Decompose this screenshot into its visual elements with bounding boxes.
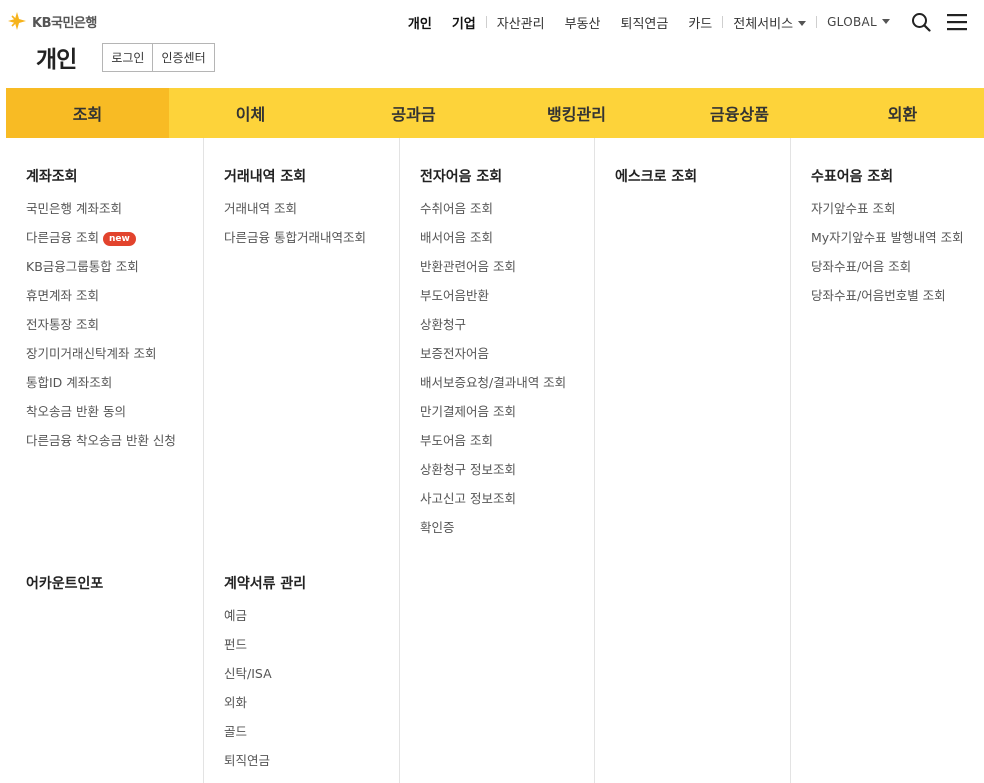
submenu-link[interactable]: 만기결제어음 조회 <box>420 405 566 434</box>
kb-logo[interactable]: KB국민은행 <box>6 10 97 32</box>
kb-star-logo-icon <box>8 12 26 30</box>
submenu-column: 계좌조회 국민은행 계좌조회 다른금융 조회 new KB금융그룹통합 조회 휴면… <box>6 138 203 783</box>
submenu-link-label: 다른금융 조회 <box>26 230 99 245</box>
menu-utility-bills[interactable]: 공과금 <box>332 88 495 138</box>
contract-documents-group: 계약서류 관리 예금 펀드 신탁/ISA 외화 골드 퇴직연금 <box>224 575 306 783</box>
new-badge: new <box>102 232 136 246</box>
topnav-global[interactable]: GLOBAL <box>817 15 900 29</box>
submenu-link[interactable]: 반환관련어음 조회 <box>420 260 566 289</box>
submenu-link[interactable]: 전자통장 조회 <box>26 318 176 347</box>
menu-inquiry[interactable]: 조회 <box>6 88 169 138</box>
topnav-asset-management[interactable]: 자산관리 <box>487 13 555 32</box>
submenu-link[interactable]: 확인증 <box>420 521 566 550</box>
topnav-personal[interactable]: 개인 <box>398 13 442 32</box>
page-title: 개인 <box>36 47 77 73</box>
transaction-history-group: 거래내역 조회 거래내역 조회 다른금융 통합거래내역조회 <box>224 168 366 260</box>
menu-financial-products[interactable]: 금융상품 <box>658 88 821 138</box>
group-title: 거래내역 조회 <box>224 169 307 185</box>
submenu-link[interactable]: 배서어음 조회 <box>420 231 566 260</box>
submenu-link[interactable]: 퇴직연금 <box>224 754 306 783</box>
submenu-link[interactable]: 국민은행 계좌조회 <box>26 202 176 231</box>
account-inquiry-group: 계좌조회 국민은행 계좌조회 다른금융 조회 new KB금융그룹통합 조회 휴면… <box>26 168 176 463</box>
group-title-link[interactable]: 에스크로 조회 <box>615 168 697 186</box>
menu-transfer[interactable]: 이체 <box>169 88 332 138</box>
escrow-group: 에스크로 조회 <box>615 168 697 202</box>
login-button[interactable]: 로그인 <box>103 43 153 71</box>
submenu-link[interactable]: 상환청구 정보조회 <box>420 463 566 492</box>
global-label: GLOBAL <box>827 15 877 29</box>
page-header: 개인 로그인 인증센터 <box>36 40 215 74</box>
group-title: 계약서류 관리 <box>224 576 307 592</box>
chevron-down-icon <box>798 20 807 26</box>
submenu-column: 에스크로 조회 <box>594 138 790 783</box>
submenu-link[interactable]: 외화 <box>224 696 306 725</box>
all-services-label: 전체서비스 <box>733 16 794 32</box>
submenu-column: 거래내역 조회 거래내역 조회 다른금융 통합거래내역조회 계약서류 관리 예금… <box>203 138 399 783</box>
submenu-link[interactable]: 휴면계좌 조회 <box>26 289 176 318</box>
topnav-business[interactable]: 기업 <box>442 13 486 32</box>
submenu-link[interactable]: 사고신고 정보조회 <box>420 492 566 521</box>
group-title: 계좌조회 <box>26 169 78 185</box>
topnav-retirement-pension[interactable]: 퇴직연금 <box>610 13 678 32</box>
submenu-link[interactable]: 당좌수표/어음 조회 <box>811 260 964 289</box>
inquiry-submenu-panel: 계좌조회 국민은행 계좌조회 다른금융 조회 new KB금융그룹통합 조회 휴면… <box>6 138 984 783</box>
all-menu-button[interactable] <box>942 7 972 37</box>
search-button[interactable] <box>906 7 936 37</box>
submenu-link[interactable]: My자기앞수표 발행내역 조회 <box>811 231 964 260</box>
account-info-group: 어카운트인포 <box>26 575 103 609</box>
submenu-link[interactable]: 당좌수표/어음번호별 조회 <box>811 289 964 318</box>
check-bill-group: 수표어음 조회 자기앞수표 조회 My자기앞수표 발행내역 조회 당좌수표/어음… <box>811 168 964 318</box>
brand-name: KB국민은행 <box>32 15 97 31</box>
submenu-link[interactable]: 착오송금 반환 동의 <box>26 405 176 434</box>
submenu-link[interactable]: 골드 <box>224 725 306 754</box>
top-navigation: 개인 기업 자산관리 부동산 퇴직연금 카드 전체서비스 GLOBAL <box>398 0 972 44</box>
submenu-link[interactable]: 부도어음 조회 <box>420 434 566 463</box>
login-button-group: 로그인 인증센터 <box>102 42 215 72</box>
search-icon <box>912 13 931 32</box>
submenu-link[interactable]: 다른금융 통합거래내역조회 <box>224 231 366 260</box>
submenu-link[interactable]: 다른금융 조회 new <box>26 231 176 260</box>
topnav-all-services[interactable]: 전체서비스 <box>723 13 816 32</box>
topnav-card[interactable]: 카드 <box>678 13 722 32</box>
menu-banking-management[interactable]: 뱅킹관리 <box>495 88 658 138</box>
submenu-link[interactable]: 다른금융 착오송금 반환 신청 <box>26 434 176 463</box>
group-title: 수표어음 조회 <box>811 169 894 185</box>
submenu-link[interactable]: 수취어음 조회 <box>420 202 566 231</box>
submenu-column: 전자어음 조회 수취어음 조회 배서어음 조회 반환관련어음 조회 부도어음반환… <box>399 138 594 783</box>
submenu-link[interactable]: 배서보증요청/결과내역 조회 <box>420 376 566 405</box>
top-bar: KB국민은행 개인 기업 자산관리 부동산 퇴직연금 카드 전체서비스 GLOB… <box>0 0 984 44</box>
hamburger-menu-icon <box>947 14 967 31</box>
submenu-link[interactable]: 부도어음반환 <box>420 289 566 318</box>
submenu-link[interactable]: 신탁/ISA <box>224 667 306 696</box>
submenu-link[interactable]: 자기앞수표 조회 <box>811 202 964 231</box>
submenu-link[interactable]: 상환청구 <box>420 318 566 347</box>
submenu-column: 수표어음 조회 자기앞수표 조회 My자기앞수표 발행내역 조회 당좌수표/어음… <box>790 138 984 783</box>
electronic-bill-group: 전자어음 조회 수취어음 조회 배서어음 조회 반환관련어음 조회 부도어음반환… <box>420 168 566 550</box>
submenu-link[interactable]: 거래내역 조회 <box>224 202 366 231</box>
submenu-link[interactable]: 통합ID 계좌조회 <box>26 376 176 405</box>
group-title-link[interactable]: 어카운트인포 <box>26 575 103 593</box>
submenu-link[interactable]: KB금융그룹통합 조회 <box>26 260 176 289</box>
menu-foreign-exchange[interactable]: 외환 <box>821 88 984 138</box>
chevron-down-icon <box>882 19 890 24</box>
group-title: 전자어음 조회 <box>420 169 503 185</box>
topnav-real-estate[interactable]: 부동산 <box>555 13 611 32</box>
certificate-center-button[interactable]: 인증센터 <box>152 43 214 71</box>
submenu-link[interactable]: 예금 <box>224 609 306 638</box>
submenu-link[interactable]: 펀드 <box>224 638 306 667</box>
main-menu-bar: 조회 이체 공과금 뱅킹관리 금융상품 외환 <box>6 88 984 138</box>
submenu-link[interactable]: 보증전자어음 <box>420 347 566 376</box>
submenu-link[interactable]: 장기미거래신탁계좌 조회 <box>26 347 176 376</box>
